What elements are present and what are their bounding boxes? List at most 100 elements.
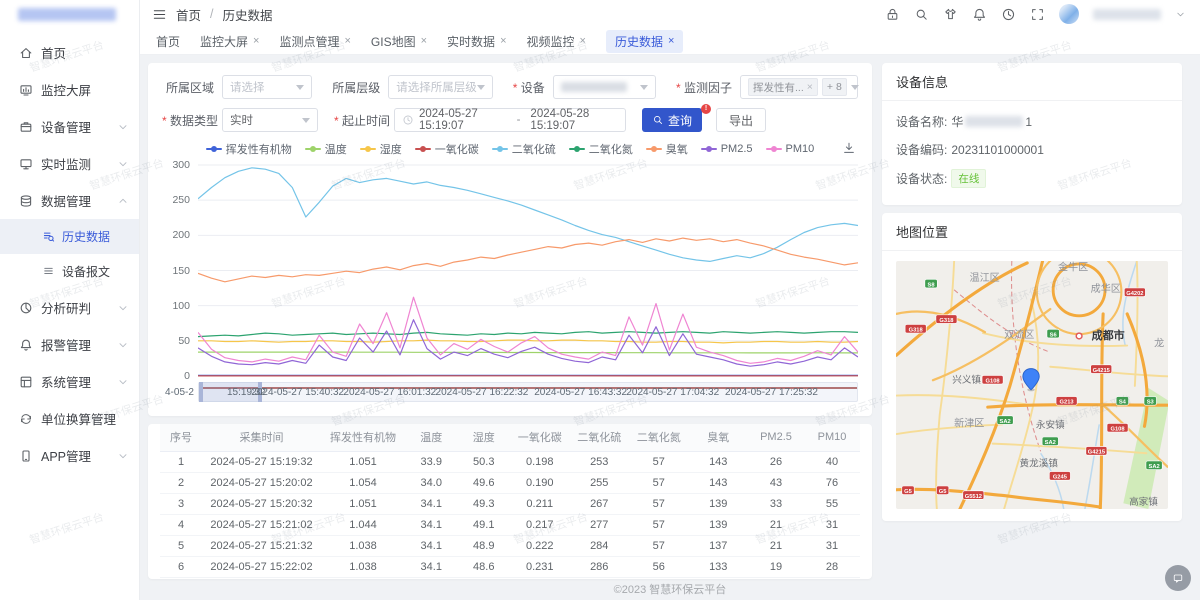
filter-row-1: 所属区域 请选择 所属层级 请选择所属层级 设备 监测因子 挥发性有...×: [162, 75, 858, 99]
monitor-icon: [19, 157, 33, 171]
lock-icon[interactable]: [885, 7, 900, 22]
close-icon[interactable]: ×: [253, 35, 259, 47]
sidebar-subitem-设备报文[interactable]: 设备报文: [0, 254, 139, 289]
device-select[interactable]: [553, 75, 656, 99]
road-badge-label: G4215: [1093, 368, 1111, 374]
sidebar-item-报警管理[interactable]: 报警管理: [0, 326, 139, 363]
table-row[interactable]: 12024-05-27 15:19:321.05133.950.30.19825…: [160, 451, 860, 472]
chevron-down-icon[interactable]: [1175, 9, 1186, 20]
close-icon[interactable]: ×: [500, 35, 506, 47]
sidebar-item-APP管理[interactable]: APP管理: [0, 437, 139, 474]
close-icon[interactable]: ×: [668, 35, 674, 47]
device-label: 设备: [509, 79, 553, 96]
y-axis-tick: 300: [162, 159, 190, 171]
sidebar-item-设备管理[interactable]: 设备管理: [0, 108, 139, 145]
y-axis-tick: 100: [162, 300, 190, 312]
left-column: 所属区域 请选择 所属层级 请选择所属层级 设备 监测因子 挥发性有...×: [148, 63, 872, 579]
sidebar-subitem-历史数据[interactable]: 历史数据: [0, 219, 139, 254]
map-label-金牛区: 金牛区: [1058, 261, 1088, 274]
series-二氧化硫: [198, 168, 858, 262]
tab-bar: 首页 监控大屏× 监测点管理× GIS地图× 实时数据× 视频监控× 历史数据×: [140, 28, 1200, 55]
bell-icon[interactable]: [972, 7, 987, 22]
sidebar: 首页监控大屏设备管理实时监测数据管理历史数据设备报文分析研判报警管理系统管理单位…: [0, 0, 140, 600]
sidebar-item-单位换算管理[interactable]: 单位换算管理: [0, 400, 139, 437]
hamburger-icon[interactable]: [152, 7, 167, 22]
chevron-up-icon: [117, 195, 129, 207]
table-row[interactable]: 52024-05-27 15:21:321.03834.148.90.22228…: [160, 535, 860, 556]
legend-item-二氧化氮[interactable]: 二氧化氮: [569, 141, 633, 157]
city-marker: [1076, 333, 1082, 339]
tab-GIS地图[interactable]: GIS地图×: [371, 33, 427, 50]
close-icon[interactable]: ×: [580, 35, 586, 47]
app-logo-redacted: [18, 8, 116, 21]
history-icon: [42, 230, 55, 243]
tag-close-icon[interactable]: ×: [807, 81, 813, 93]
table-row[interactable]: 22024-05-27 15:20:021.05434.049.60.19025…: [160, 472, 860, 493]
chart-plot[interactable]: [198, 161, 858, 379]
chevron-down-icon: [302, 118, 310, 123]
legend-item-挥发性有机物[interactable]: 挥发性有机物: [206, 141, 292, 157]
legend-item-PM2.5[interactable]: PM2.5: [701, 143, 753, 155]
legend-item-二氧化硫[interactable]: 二氧化硫: [492, 141, 556, 157]
factor-tag[interactable]: 挥发性有...×: [748, 78, 818, 96]
close-icon[interactable]: ×: [344, 35, 350, 47]
table-row[interactable]: 32024-05-27 15:20:321.05134.149.30.21126…: [160, 493, 860, 514]
data-type-select[interactable]: 实时: [222, 108, 318, 132]
device-info-rows: 设备名称: 华 1 设备编码: 20231101000001 设备状态: 在线: [882, 101, 1182, 205]
sidebar-item-监控大屏[interactable]: 监控大屏: [0, 71, 139, 108]
factor-more-tag[interactable]: + 8: [822, 78, 847, 96]
chevron-down-icon: [117, 376, 129, 388]
sidebar-item-数据管理[interactable]: 数据管理: [0, 182, 139, 219]
legend-item-湿度[interactable]: 湿度: [360, 141, 402, 157]
clock-icon[interactable]: [1001, 7, 1016, 22]
query-button[interactable]: 查询: [642, 108, 702, 132]
y-axis-tick: 0: [162, 370, 190, 382]
x-axis-tick: 2024-05-27 15:40:32: [251, 383, 344, 403]
road-badge-label: G5512: [965, 494, 982, 500]
legend-marker: [766, 148, 782, 150]
road: [1100, 314, 1103, 509]
datazoom-slider[interactable]: 4-05-215:19:322024-05-27 15:40:322024-05…: [198, 382, 858, 402]
tab-实时数据[interactable]: 实时数据×: [447, 33, 506, 50]
series-PM2.5: [198, 320, 858, 367]
road-badge-label: G213: [1060, 400, 1074, 406]
map[interactable]: S8G318G318G4202S6G4215G108G213S4S3SA2G10…: [896, 261, 1168, 509]
region-select[interactable]: 请选择: [222, 75, 312, 99]
level-select[interactable]: 请选择所属层级: [388, 75, 493, 99]
tab-首页[interactable]: 首页: [156, 33, 180, 50]
theme-icon[interactable]: [943, 7, 958, 22]
table-row[interactable]: 42024-05-27 15:21:021.04434.149.10.21727…: [160, 514, 860, 535]
road: [896, 263, 1027, 355]
fullscreen-icon[interactable]: [1030, 7, 1045, 22]
tab-历史数据[interactable]: 历史数据×: [606, 30, 683, 53]
tab-监测点管理[interactable]: 监测点管理×: [279, 33, 350, 50]
tab-监控大屏[interactable]: 监控大屏×: [200, 33, 259, 50]
map-label-双流区: 双流区: [1004, 328, 1034, 341]
map-label-温江区: 温江区: [970, 272, 1000, 284]
sidebar-item-系统管理[interactable]: 系统管理: [0, 363, 139, 400]
legend-item-一氧化碳[interactable]: 一氧化碳: [415, 141, 479, 157]
legend-item-温度[interactable]: 温度: [305, 141, 347, 157]
sidebar-item-首页[interactable]: 首页: [0, 34, 139, 71]
breadcrumb-home[interactable]: 首页: [176, 5, 201, 24]
map-body: S8G318G318G4202S6G4215G108G213S4S3SA2G10…: [882, 251, 1182, 521]
export-button[interactable]: 导出: [716, 108, 766, 132]
sidebar-item-分析研判[interactable]: 分析研判: [0, 289, 139, 326]
device-info-card: 设备信息 设备名称: 华 1 设备编码: 20231101000001 设备状态…: [882, 63, 1182, 205]
close-icon[interactable]: ×: [421, 35, 427, 47]
time-range-picker[interactable]: 2024-05-27 15:19:07 - 2024-05-28 15:19:0…: [394, 108, 626, 132]
series-臭氧: [198, 238, 858, 282]
table-row[interactable]: 62024-05-27 15:22:021.03834.148.60.23128…: [160, 556, 860, 577]
avatar[interactable]: [1059, 4, 1079, 24]
download-icon[interactable]: [842, 141, 856, 155]
legend-item-PM10[interactable]: PM10: [766, 143, 815, 155]
search-icon[interactable]: [914, 7, 929, 22]
road: [896, 424, 1002, 434]
chat-button[interactable]: [1165, 565, 1191, 591]
map-label-兴义镇: 兴义镇: [952, 374, 981, 386]
tab-视频监控[interactable]: 视频监控×: [527, 33, 586, 50]
factor-multiselect[interactable]: 挥发性有...× + 8: [740, 75, 858, 99]
legend-item-臭氧[interactable]: 臭氧: [646, 141, 688, 157]
sidebar-item-实时监测[interactable]: 实时监测: [0, 145, 139, 182]
x-axis-tick: 2024-05-27 16:43:32: [534, 383, 627, 403]
